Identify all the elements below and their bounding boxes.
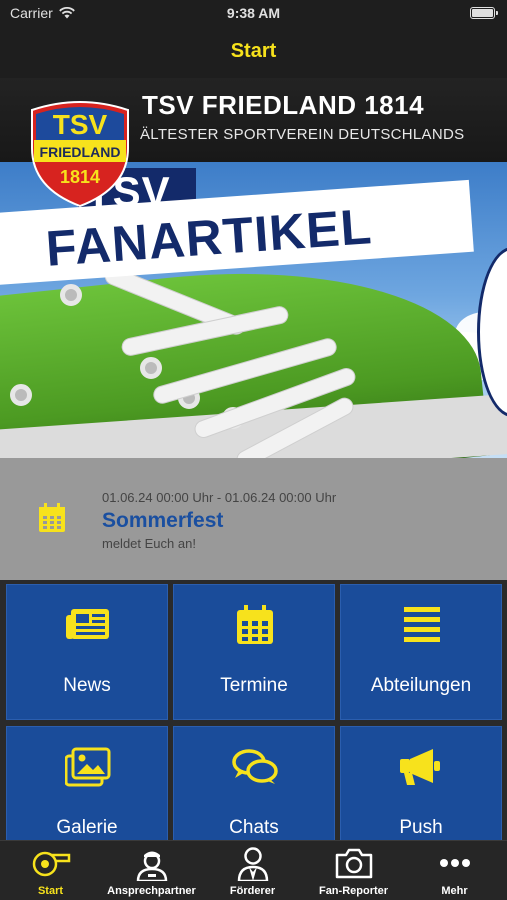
tile-termine[interactable]: Termine [173,584,335,720]
images-icon [65,747,111,787]
more-dots-icon [439,859,470,867]
club-logo: TSV FRIEDLAND 1814 [31,101,129,208]
tab-label: Mehr [441,885,468,897]
page-title: Start [230,40,277,62]
camera-icon [335,848,372,879]
calendar-icon [237,605,273,644]
tab-label: Förderer [229,885,276,897]
navigation-bar: Start [0,28,507,78]
event-description: meldet Euch an! [102,536,196,551]
tile-label: Galerie [56,817,118,838]
tab-mehr[interactable]: Mehr [404,841,505,900]
status-time: 9:38 AM [226,5,281,21]
event-card[interactable]: 01.06.24 00:00 Uhr - 01.06.24 00:00 Uhr … [0,458,507,580]
tab-label: Ansprechpartner [107,885,196,897]
status-bar: Carrier 9:38 AM [0,0,507,28]
event-datetime: 01.06.24 00:00 Uhr - 01.06.24 00:00 Uhr [102,490,337,505]
tile-label: Chats [229,817,279,838]
club-tagline: ÄLTESTER SPORTVEREIN DEUTSCHLANDS [140,126,465,143]
newspaper-icon [66,609,109,639]
tab-foerderer[interactable]: Förderer [202,841,303,900]
logo-top-text: TSV [53,109,108,140]
battery-icon [470,7,498,19]
calendar-icon [39,503,65,532]
tile-label: Abteilungen [370,675,472,696]
tile-label: Push [399,817,443,838]
logo-bottom-text: 1814 [60,167,100,187]
person-cap-icon [136,851,167,881]
menu-grid: News Termine Abteilungen Galerie Chats P… [0,580,507,862]
tile-label: News [63,675,111,696]
whistle-icon [32,851,70,877]
chat-bubbles-icon [232,749,278,784]
person-suit-icon [237,847,268,881]
tab-label: Start [37,885,64,897]
tile-abteilungen[interactable]: Abteilungen [340,584,502,720]
tab-start[interactable]: Start [0,841,101,900]
event-title: Sommerfest [102,509,224,532]
list-icon [404,607,440,642]
tab-label: Fan-Reporter [318,885,389,897]
tile-news[interactable]: News [6,584,168,720]
tab-ansprechpartner[interactable]: Ansprechpartner [101,841,202,900]
tab-bar: Start Ansprechpartner Förderer Fan-Repor… [0,840,507,900]
logo-middle-text: FRIEDLAND [40,144,121,160]
hero-banner[interactable]: TSV FRIEDLAND 1814 ÄLTESTER SPORTVEREIN … [0,78,507,458]
club-name: TSV FRIEDLAND 1814 [142,90,425,120]
tab-fan-reporter[interactable]: Fan-Reporter [303,841,404,900]
megaphone-icon [400,749,440,785]
tile-label: Termine [220,675,288,696]
